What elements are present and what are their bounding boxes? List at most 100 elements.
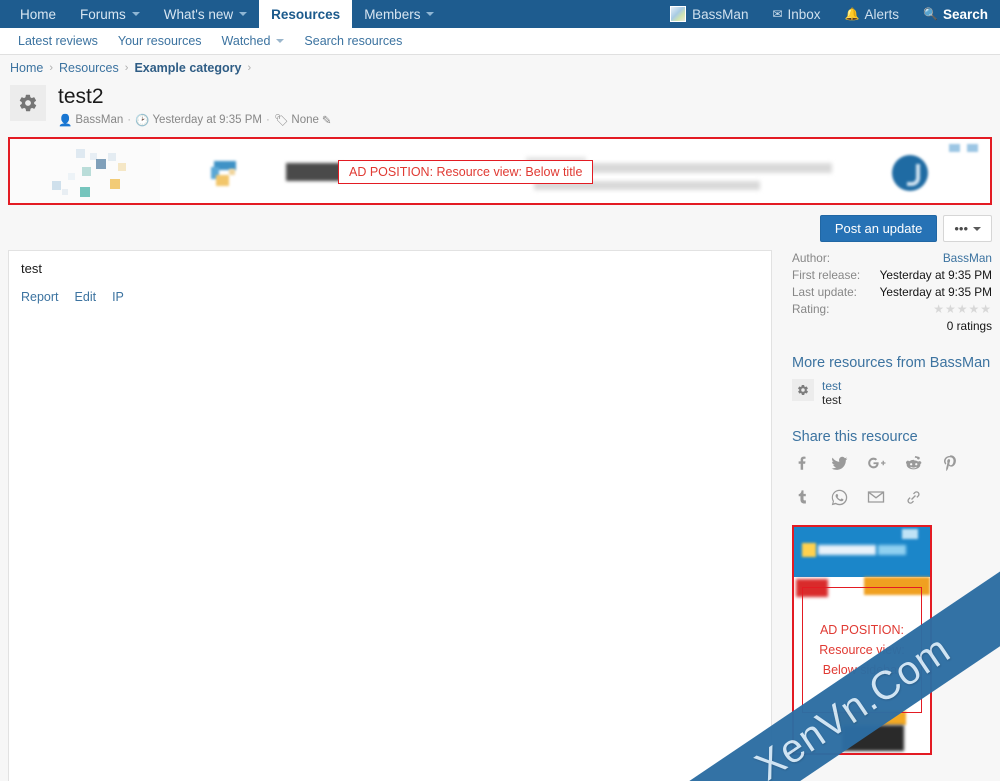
resource-description-panel: test Report Edit IP — [8, 250, 772, 781]
resource-meta: 👤 BassMan · 🕑 Yesterday at 9:35 PM · 🏷 N… — [58, 113, 332, 127]
rating-stars[interactable]: ★★★★★ — [933, 301, 992, 317]
inbox-label: Inbox — [787, 6, 821, 22]
facebook-icon[interactable] — [792, 453, 812, 473]
resource-title-block: test2 👤 BassMan · 🕑 Yesterday at 9:35 PM… — [8, 81, 992, 137]
sidebar: Author: BassMan First release: Yesterday… — [782, 250, 992, 781]
resource-info-block: Author: BassMan First release: Yesterday… — [782, 250, 992, 507]
pencil-icon[interactable]: ✎ — [322, 113, 332, 127]
gear-icon — [19, 94, 37, 112]
breadcrumb-separator: › — [124, 62, 129, 74]
subnav-label: Search resources — [304, 34, 403, 48]
secondary-navigation: Latest reviews Your resources Watched Se… — [0, 28, 1000, 55]
ad-banner-corner-square — [967, 144, 978, 152]
info-value-author[interactable]: BassMan — [943, 250, 992, 266]
subnav-item-search-resources[interactable]: Search resources — [294, 34, 412, 48]
chevron-down-icon — [973, 226, 981, 231]
nav-item-inbox[interactable]: ✉ Inbox — [760, 0, 832, 28]
subnav-label: Watched — [221, 34, 271, 48]
subnav-item-latest-reviews[interactable]: Latest reviews — [8, 34, 108, 48]
subnav-item-your-resources[interactable]: Your resources — [108, 34, 212, 48]
post-an-update-button[interactable]: Post an update — [819, 215, 938, 242]
page-title: test2 — [58, 85, 104, 108]
resource-author[interactable]: 👤 BassMan — [58, 113, 123, 127]
link-icon[interactable] — [903, 487, 923, 507]
breadcrumb-separator: › — [49, 62, 54, 74]
share-resource-heading: Share this resource — [792, 429, 918, 445]
ip-link[interactable]: IP — [112, 290, 124, 304]
info-row-last-update: Last update: Yesterday at 9:35 PM — [792, 284, 992, 300]
search-icon: 🔍 — [923, 7, 938, 21]
info-value-first-release: Yesterday at 9:35 PM — [879, 268, 992, 282]
whatsapp-icon[interactable] — [829, 487, 849, 507]
ad-banner-corner-square — [949, 144, 960, 152]
resource-icon — [10, 85, 46, 121]
google-plus-icon[interactable] — [866, 453, 886, 473]
gear-icon — [798, 385, 808, 395]
app-window: Home Forums What's new Resources Members… — [0, 0, 1000, 781]
more-options-button[interactable]: ••• — [943, 215, 992, 242]
nav-item-resources[interactable]: Resources — [259, 0, 353, 28]
breadcrumb-item-example-category[interactable]: Example category — [134, 61, 241, 75]
reddit-icon[interactable] — [903, 453, 923, 473]
chevron-down-icon — [239, 12, 248, 16]
alerts-label: Alerts — [864, 6, 900, 22]
email-icon[interactable] — [866, 487, 886, 507]
meta-separator: · — [265, 114, 270, 126]
ad-sidebar-orange-block-2 — [836, 711, 906, 725]
info-row-first-release: First release: Yesterday at 9:35 PM — [792, 267, 992, 283]
ad-position-label: AD POSITION: Resource view: Below title — [338, 160, 594, 184]
nav-item-forums[interactable]: Forums — [68, 0, 152, 28]
nav-label: Members — [364, 6, 421, 22]
ad-sidebar-product-image — [842, 725, 904, 751]
tumblr-icon[interactable] — [792, 487, 812, 507]
more-resources-text: test test — [822, 379, 841, 407]
username-label: BassMan — [692, 6, 749, 22]
nav-item-account[interactable]: BassMan — [658, 0, 760, 28]
nav-item-search[interactable]: 🔍 Search — [911, 0, 1000, 28]
clock-icon: 🕑 — [135, 115, 150, 127]
breadcrumb-item-resources[interactable]: Resources — [59, 61, 119, 75]
resource-action-bar: Post an update ••• — [8, 215, 992, 242]
ad-banner-below-sidebar[interactable]: AD POSITION: Resource view: Below sideba… — [792, 525, 932, 755]
report-link[interactable]: Report — [21, 290, 59, 304]
nav-item-whats-new[interactable]: What's new — [152, 0, 259, 28]
twitter-icon[interactable] — [829, 453, 849, 473]
ad-banner-below-title[interactable]: AD POSITION: Resource view: Below title — [8, 137, 992, 205]
more-resources-item[interactable]: test test — [792, 379, 992, 407]
ad-sidebar-position-label: AD POSITION: Resource view: Below sideba… — [802, 587, 922, 713]
share-icon-list — [792, 453, 962, 507]
breadcrumb: Home › Resources › Example category › — [8, 55, 992, 81]
subnav-label: Your resources — [117, 34, 202, 48]
chevron-down-icon — [131, 12, 140, 16]
content-columns: test Report Edit IP Author: BassMan Firs… — [8, 250, 992, 781]
breadcrumb-item-home[interactable]: Home — [10, 61, 43, 75]
more-resource-title[interactable]: test — [822, 379, 841, 393]
info-key: Author: — [792, 251, 831, 265]
nav-item-home[interactable]: Home — [8, 0, 68, 28]
nav-item-members[interactable]: Members — [352, 0, 446, 28]
user-icon: 👤 — [58, 115, 73, 127]
more-resource-desc: test — [822, 393, 842, 407]
post-action-links: Report Edit IP — [21, 290, 759, 304]
subnav-item-watched[interactable]: Watched — [212, 34, 295, 48]
info-key: Rating: — [792, 302, 830, 316]
ellipsis-icon: ••• — [954, 221, 968, 236]
nav-item-alerts[interactable]: 🔔 Alerts — [833, 0, 911, 28]
nav-label: Resources — [271, 6, 341, 22]
resource-title-text: test2 👤 BassMan · 🕑 Yesterday at 9:35 PM… — [58, 85, 332, 127]
page-content: Home › Resources › Example category › te… — [0, 55, 1000, 781]
nav-label: Home — [20, 6, 57, 22]
ad-banner-circle-logo — [892, 155, 928, 191]
edit-link[interactable]: Edit — [75, 290, 97, 304]
search-label: Search — [942, 6, 988, 22]
info-row-rating: Rating: ★★★★★ — [792, 301, 992, 317]
resource-date[interactable]: 🕑 Yesterday at 9:35 PM — [135, 113, 262, 127]
resource-date-label: Yesterday at 9:35 PM — [152, 114, 262, 126]
resource-tags[interactable]: 🏷 None ✎ — [274, 113, 332, 127]
pinterest-icon[interactable] — [940, 453, 960, 473]
chevron-down-icon — [426, 12, 435, 16]
ad-banner-left-graphic — [10, 139, 160, 203]
ad-sidebar-line-2: Resource view: — [819, 642, 905, 657]
envelope-icon: ✉ — [772, 7, 783, 21]
resource-tags-label: None — [291, 114, 319, 126]
